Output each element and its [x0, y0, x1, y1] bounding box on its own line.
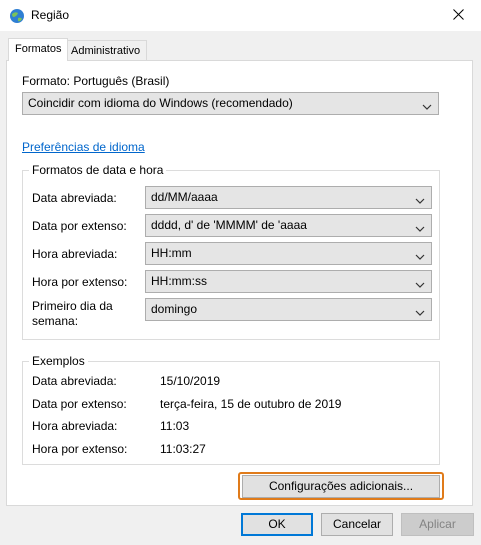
example-long-time-label: Hora por extenso: — [32, 442, 128, 456]
examples-title: Exemplos — [29, 354, 88, 368]
chevron-down-icon — [415, 192, 425, 204]
date-time-formats-title: Formatos de data e hora — [29, 163, 167, 177]
short-date-value: dd/MM/aaaa — [151, 190, 218, 204]
title-bar: Região — [0, 0, 481, 31]
example-long-time-value: 11:03:27 — [160, 442, 206, 456]
example-short-date-label: Data abreviada: — [32, 374, 117, 388]
example-short-time-label: Hora abreviada: — [32, 419, 118, 433]
formats-tab-panel: Formato: Português (Brasil) Coincidir co… — [6, 60, 473, 506]
tab-formatos[interactable]: Formatos — [8, 38, 69, 61]
format-select-value: Coincidir com idioma do Windows (recomen… — [28, 96, 293, 110]
example-short-time-value: 11:03 — [160, 419, 190, 433]
chevron-down-icon — [415, 220, 425, 232]
chevron-down-icon — [422, 98, 432, 110]
example-long-date-label: Data por extenso: — [32, 397, 127, 411]
first-day-select[interactable]: domingo — [145, 298, 432, 321]
first-day-label-line2: semana: — [32, 314, 79, 328]
long-time-value: HH:mm:ss — [151, 274, 207, 288]
chevron-down-icon — [415, 304, 425, 316]
date-time-formats-group: Formatos de data e hora Data abreviada: … — [22, 163, 440, 340]
close-button[interactable] — [435, 0, 481, 31]
format-label: Formato: Português (Brasil) — [22, 74, 170, 88]
chevron-down-icon — [415, 276, 425, 288]
tab-administrativo[interactable]: Administrativo — [64, 40, 148, 61]
short-time-label: Hora abreviada: — [32, 247, 118, 261]
long-time-label: Hora por extenso: — [32, 275, 128, 289]
short-date-label: Data abreviada: — [32, 191, 117, 205]
example-long-date-value: terça-feira, 15 de outubro de 2019 — [160, 397, 342, 411]
long-date-select[interactable]: dddd, d' de 'MMMM' de 'aaaa — [145, 214, 432, 237]
ok-button[interactable]: OK — [241, 513, 313, 536]
additional-settings-button[interactable]: Configurações adicionais... — [242, 475, 440, 498]
chevron-down-icon — [415, 248, 425, 260]
example-short-date-value: 15/10/2019 — [160, 374, 221, 388]
cancel-button[interactable]: Cancelar — [321, 513, 393, 536]
language-preferences-link[interactable]: Preferências de idioma — [22, 140, 145, 154]
long-time-select[interactable]: HH:mm:ss — [145, 270, 432, 293]
examples-group: Exemplos Data abreviada: 15/10/2019 Data… — [22, 354, 440, 465]
window-title: Região — [31, 8, 70, 22]
long-date-value: dddd, d' de 'MMMM' de 'aaaa — [151, 218, 307, 232]
apply-button[interactable]: Aplicar — [401, 513, 474, 536]
format-select[interactable]: Coincidir com idioma do Windows (recomen… — [22, 92, 439, 115]
first-day-value: domingo — [151, 302, 198, 316]
first-day-label-line1: Primeiro dia da — [32, 299, 113, 313]
short-date-select[interactable]: dd/MM/aaaa — [145, 186, 432, 209]
globe-icon — [9, 8, 25, 24]
short-time-select[interactable]: HH:mm — [145, 242, 432, 265]
close-icon — [452, 8, 464, 23]
short-time-value: HH:mm — [151, 246, 192, 260]
long-date-label: Data por extenso: — [32, 219, 127, 233]
